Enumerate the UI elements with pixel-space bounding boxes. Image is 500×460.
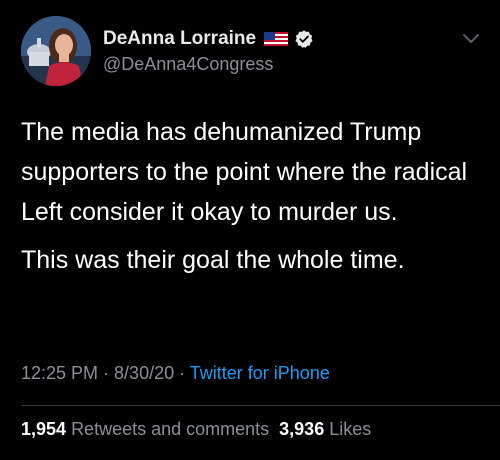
tweet-date[interactable]: 8/30/20 [114, 363, 174, 383]
verified-badge-icon [295, 30, 313, 48]
tweet-card: DeAnna Lorraine @DeAnna4Congress The med… [0, 0, 500, 460]
meta-separator: · [174, 363, 190, 383]
tweet-time[interactable]: 12:25 PM [21, 363, 98, 383]
chevron-down-icon[interactable] [462, 32, 480, 44]
retweets-count: 1,954 [21, 419, 67, 439]
tweet-paragraph: This was their goal the whole time. [21, 246, 405, 274]
name-row: DeAnna Lorraine [103, 26, 314, 52]
avatar-image [21, 16, 91, 86]
retweets-label: Retweets and comments [71, 419, 270, 439]
likes-count: 3,936 [279, 419, 325, 439]
tweet-text: The media has dehumanized Trump supporte… [21, 112, 481, 280]
likes-label: Likes [329, 419, 372, 439]
likes-stat[interactable]: 3,936 Likes [279, 419, 371, 439]
tweet-stats: 1,954 Retweets and comments 3,936 Likes [21, 419, 371, 440]
divider [21, 405, 500, 406]
retweets-stat[interactable]: 1,954 Retweets and comments [21, 419, 269, 439]
tweet-source-link[interactable]: Twitter for iPhone [190, 363, 330, 383]
tweet-header: DeAnna Lorraine @DeAnna4Congress [103, 26, 314, 75]
tweet-meta: 12:25 PM · 8/30/20 · Twitter for iPhone [21, 363, 330, 384]
us-flag-icon [264, 32, 289, 46]
user-handle[interactable]: @DeAnna4Congress [103, 54, 314, 75]
avatar[interactable] [21, 16, 91, 86]
tweet-paragraph: The media has dehumanized Trump supporte… [21, 118, 468, 226]
meta-separator: · [98, 363, 115, 383]
display-name[interactable]: DeAnna Lorraine [103, 28, 256, 50]
